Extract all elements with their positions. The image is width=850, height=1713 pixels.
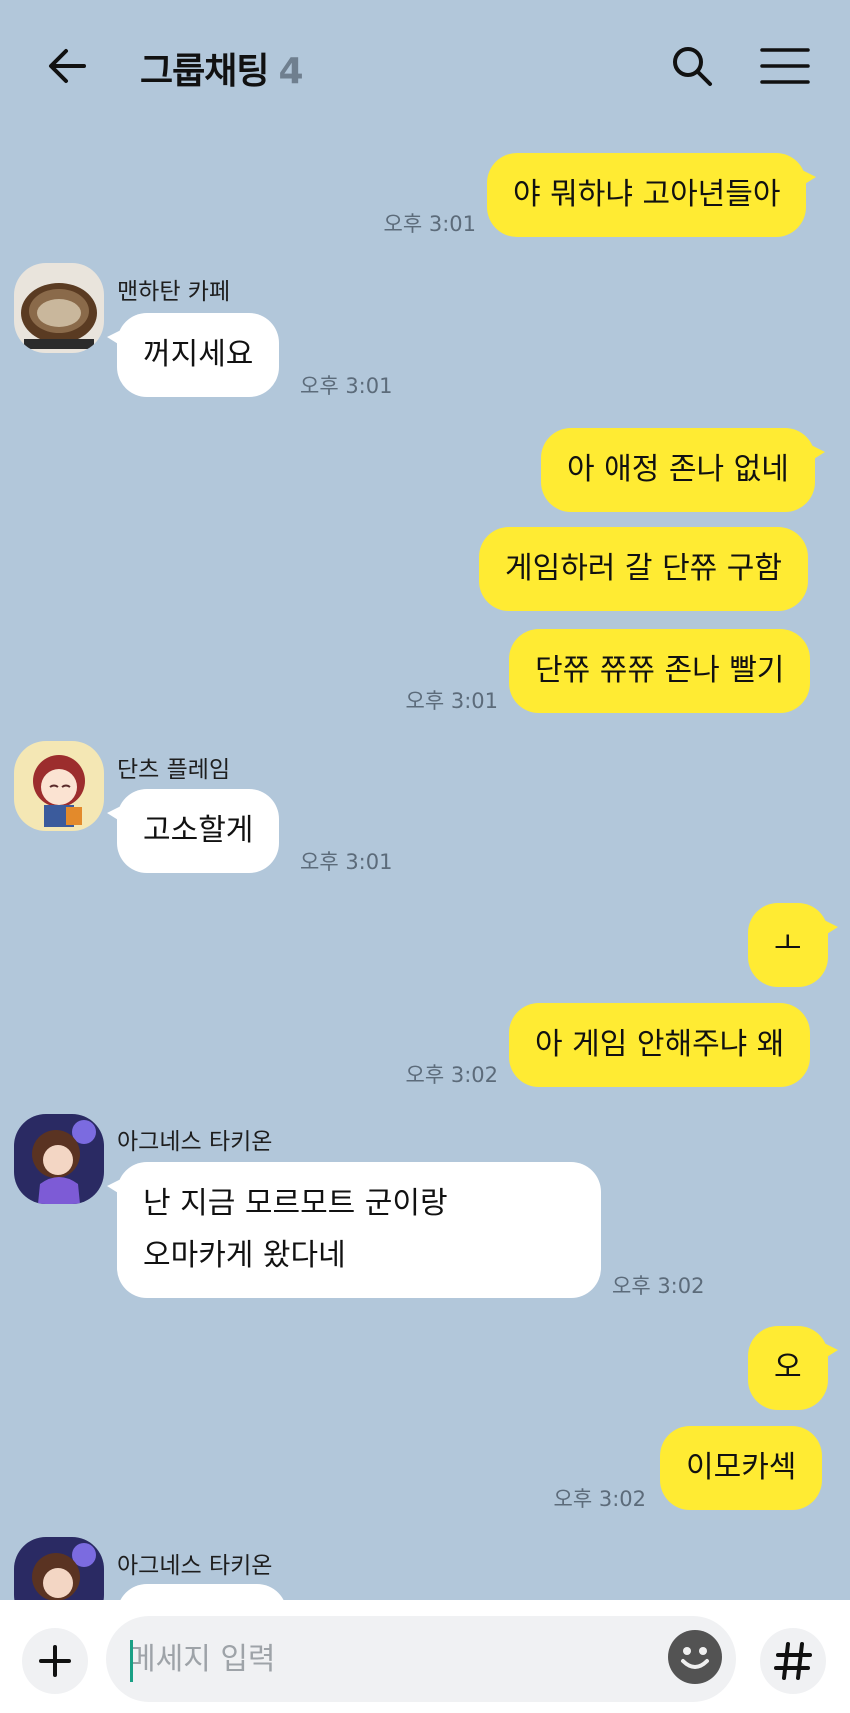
hash-icon[interactable] — [760, 1628, 826, 1694]
message-time: 오후 3:01 — [300, 850, 393, 874]
message-time: 오후 3:01 — [405, 689, 498, 713]
message-text: 단쮸 쮸쮸 존나 빨기 — [535, 653, 785, 688]
text-cursor — [130, 1640, 133, 1682]
back-arrow-icon[interactable] — [44, 42, 92, 90]
chat-title-text: 그룹채팅 — [140, 51, 269, 92]
message-text: 아 게임 안해주냐 왜 — [535, 1027, 785, 1062]
chat-header: 그룹채팅 4 — [0, 0, 850, 140]
sender-name: 단츠 플레임 — [117, 757, 231, 783]
message-text: 꺼지세요 — [143, 337, 254, 372]
message-text: 고소할게 — [143, 813, 254, 848]
message-text: 게임하러 갈 단쮸 구함 — [505, 551, 783, 586]
message-text: ㅗ — [774, 927, 802, 962]
my-message-bubble[interactable]: 야 뭐하냐 고아년들아 — [487, 153, 817, 237]
other-message-bubble[interactable]: 난 지금 모르모트 군이랑 오마카게 왔다네 — [107, 1162, 601, 1298]
message-time: 오후 3:02 — [612, 1274, 705, 1298]
plus-icon[interactable] — [22, 1628, 88, 1694]
avatar-manhattan-cafe[interactable] — [14, 263, 104, 353]
my-message-bubble[interactable]: 단쮸 쮸쮸 존나 빨기 — [509, 629, 811, 713]
message-input[interactable] — [106, 1616, 736, 1702]
hamburger-menu-icon[interactable] — [760, 44, 810, 88]
emoji-icon[interactable] — [668, 1630, 722, 1684]
message-time: 오후 3:01 — [300, 374, 393, 398]
message-time: 오후 3:02 — [405, 1063, 498, 1087]
sender-name: 아그네스 타키온 — [117, 1553, 273, 1579]
my-message-bubble[interactable]: ㅗ — [748, 903, 838, 987]
other-message-bubble[interactable]: 고소할게 — [106, 789, 280, 873]
message-text-line: 난 지금 모르모트 군이랑 — [143, 1186, 448, 1221]
message-text: 아 애정 존나 없네 — [567, 452, 789, 487]
message-text: 오 — [774, 1350, 802, 1385]
search-icon[interactable] — [668, 42, 716, 90]
my-message-bubble[interactable]: 아 애정 존나 없네 — [541, 428, 825, 512]
sender-name: 아그네스 타키온 — [117, 1129, 273, 1155]
member-count: 4 — [278, 51, 303, 92]
message-time: 오후 3:02 — [553, 1487, 646, 1511]
my-message-bubble[interactable]: 오 — [748, 1326, 838, 1410]
other-message-bubble[interactable]: 꺼지세요 — [106, 313, 280, 397]
my-message-bubble[interactable]: 이모카섹 — [660, 1426, 823, 1510]
message-text: 이모카섹 — [686, 1450, 797, 1485]
message-text: 야 뭐하냐 고아년들아 — [513, 177, 781, 212]
chat-title: 그룹채팅 4 — [140, 42, 304, 94]
message-input-bar — [0, 1600, 850, 1713]
message-time: 오후 3:01 — [383, 212, 476, 236]
sender-name: 맨하탄 카페 — [117, 279, 231, 305]
avatar-agnes-tachyon[interactable] — [14, 1114, 104, 1204]
message-text-line: 오마카게 왔다네 — [143, 1238, 346, 1273]
avatar-dantsu-flame[interactable] — [14, 741, 104, 831]
my-message-bubble[interactable]: 아 게임 안해주냐 왜 — [509, 1003, 811, 1087]
my-message-bubble[interactable]: 게임하러 갈 단쮸 구함 — [479, 527, 809, 611]
